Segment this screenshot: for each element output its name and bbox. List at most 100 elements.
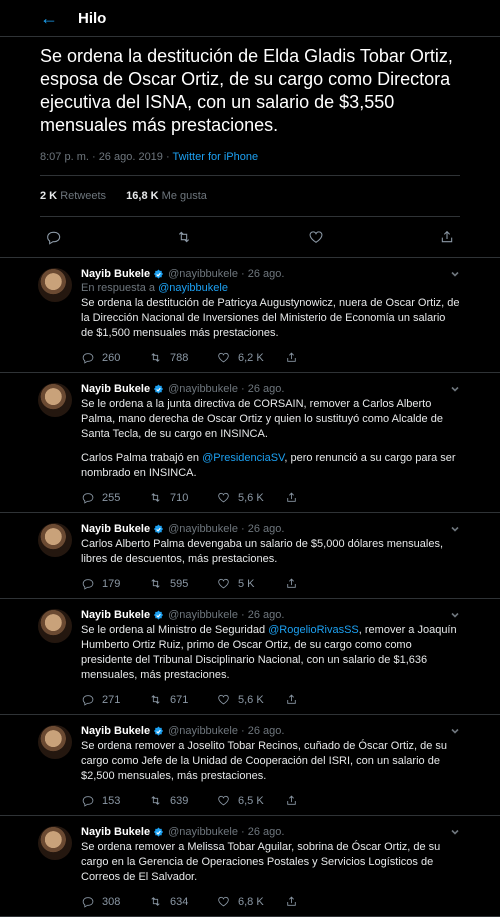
reply-tweet[interactable]: Nayib Bukele @nayibbukele · 26 ago. En r… [0, 258, 500, 373]
reply-icon [81, 794, 94, 807]
reply-tweet[interactable]: Nayib Bukele @nayibbukele · 26 ago. Carl… [0, 513, 500, 599]
like-button[interactable]: 6,2 K [217, 351, 285, 364]
chevron-down-icon[interactable] [450, 726, 460, 736]
like-icon [217, 693, 230, 706]
reply-icon [81, 351, 94, 364]
author-name[interactable]: Nayib Bukele [81, 523, 150, 535]
mention-link[interactable]: @nayibbukele [158, 282, 228, 294]
arrow-left-icon[interactable]: ← [40, 8, 60, 29]
share-button[interactable] [285, 693, 353, 706]
page-title: Hilo [78, 9, 107, 27]
retweet-icon[interactable] [176, 229, 192, 245]
like-button[interactable]: 5,6 K [217, 491, 285, 504]
chevron-down-icon[interactable] [450, 269, 460, 279]
like-button[interactable]: 6,8 K [217, 895, 285, 908]
author-name[interactable]: Nayib Bukele [81, 383, 150, 395]
chevron-down-icon[interactable] [450, 827, 460, 837]
mention-link[interactable]: @RogelioRivasSS [268, 624, 359, 636]
share-button[interactable] [285, 895, 353, 908]
author-name[interactable]: Nayib Bukele [81, 725, 150, 737]
avatar[interactable] [38, 268, 72, 302]
avatar[interactable] [38, 609, 72, 643]
reply-tweet[interactable]: Nayib Bukele @nayibbukele · 26 ago. Se l… [0, 599, 500, 715]
verified-badge-icon [153, 269, 164, 280]
author-handle[interactable]: @nayibbukele · 26 ago. [168, 609, 284, 621]
share-button[interactable] [285, 577, 353, 590]
thread-header: ← Hilo [0, 0, 500, 37]
reply-button[interactable]: 255 [81, 491, 149, 504]
retweet-button[interactable]: 595 [149, 577, 217, 590]
reply-tweet[interactable]: Nayib Bukele @nayibbukele · 26 ago. Se o… [0, 715, 500, 816]
avatar[interactable] [38, 826, 72, 860]
tweet-text: Se ordena la destitución de Patricya Aug… [81, 297, 460, 339]
share-button[interactable] [285, 491, 353, 504]
reply-button[interactable]: 308 [81, 895, 149, 908]
tweet-actions: 153 639 6,5 K [81, 794, 460, 807]
retweet-icon [149, 491, 162, 504]
author-handle[interactable]: @nayibbukele · 26 ago. [168, 725, 284, 737]
tweet-source-link[interactable]: Twitter for iPhone [173, 151, 259, 163]
share-icon [285, 577, 298, 590]
like-icon [217, 895, 230, 908]
avatar[interactable] [38, 523, 72, 557]
share-icon [285, 895, 298, 908]
author-handle[interactable]: @nayibbukele · 26 ago. [168, 383, 284, 395]
like-icon[interactable] [308, 229, 324, 245]
retweets-count[interactable]: 2 K [40, 190, 57, 202]
avatar[interactable] [38, 383, 72, 417]
retweet-button[interactable]: 639 [149, 794, 217, 807]
reply-tweet[interactable]: Nayib Bukele @nayibbukele · 26 ago. Se o… [0, 816, 500, 917]
tweet-meta: 8:07 p. m. · 26 ago. 2019 · Twitter for … [40, 151, 460, 176]
reply-tweet[interactable]: Nayib Bukele @nayibbukele · 26 ago. Se l… [0, 373, 500, 513]
verified-badge-icon [153, 827, 164, 838]
likes-count[interactable]: 16,8 K [126, 190, 158, 202]
like-icon [217, 351, 230, 364]
reply-button[interactable]: 260 [81, 351, 149, 364]
author-name[interactable]: Nayib Bukele [81, 268, 150, 280]
share-icon [285, 693, 298, 706]
author-name[interactable]: Nayib Bukele [81, 609, 150, 621]
reply-button[interactable]: 153 [81, 794, 149, 807]
mention-link[interactable]: @PresidenciaSV [202, 452, 284, 464]
share-icon[interactable] [439, 229, 455, 245]
like-icon [217, 577, 230, 590]
reply-icon[interactable] [45, 229, 61, 245]
tweet-actions: 260 788 6,2 K [81, 351, 460, 364]
author-handle[interactable]: @nayibbukele · 26 ago. [168, 826, 284, 838]
author-name[interactable]: Nayib Bukele [81, 826, 150, 838]
like-button[interactable]: 5 K [217, 577, 285, 590]
verified-badge-icon [153, 524, 164, 535]
like-button[interactable]: 5,6 K [217, 693, 285, 706]
replying-to: En respuesta a @nayibbukele [81, 282, 228, 294]
chevron-down-icon[interactable] [450, 610, 460, 620]
tweet-actions: 255 710 5,6 K [81, 491, 460, 504]
reply-icon [81, 895, 94, 908]
author-handle[interactable]: @nayibbukele · 26 ago. [168, 523, 284, 535]
share-icon [285, 351, 298, 364]
avatar[interactable] [38, 725, 72, 759]
like-button[interactable]: 6,5 K [217, 794, 285, 807]
like-icon [217, 794, 230, 807]
chevron-down-icon[interactable] [450, 524, 460, 534]
retweet-icon [149, 351, 162, 364]
retweet-icon [149, 693, 162, 706]
main-tweet: Se ordena la destitución de Elda Gladis … [0, 37, 500, 258]
chevron-down-icon[interactable] [450, 384, 460, 394]
retweets-label[interactable]: Retweets [60, 190, 106, 202]
tweet-text: Carlos Alberto Palma devengaba un salari… [81, 538, 444, 565]
share-button[interactable] [285, 351, 353, 364]
verified-badge-icon [153, 384, 164, 395]
reply-icon [81, 693, 94, 706]
reply-button[interactable]: 271 [81, 693, 149, 706]
author-handle[interactable]: @nayibbukele · 26 ago. [168, 268, 284, 280]
verified-badge-icon [153, 610, 164, 621]
retweet-button[interactable]: 634 [149, 895, 217, 908]
retweet-icon [149, 794, 162, 807]
retweet-button[interactable]: 710 [149, 491, 217, 504]
share-icon [285, 491, 298, 504]
likes-label[interactable]: Me gusta [162, 190, 207, 202]
retweet-button[interactable]: 788 [149, 351, 217, 364]
share-button[interactable] [285, 794, 353, 807]
reply-button[interactable]: 179 [81, 577, 149, 590]
retweet-button[interactable]: 671 [149, 693, 217, 706]
